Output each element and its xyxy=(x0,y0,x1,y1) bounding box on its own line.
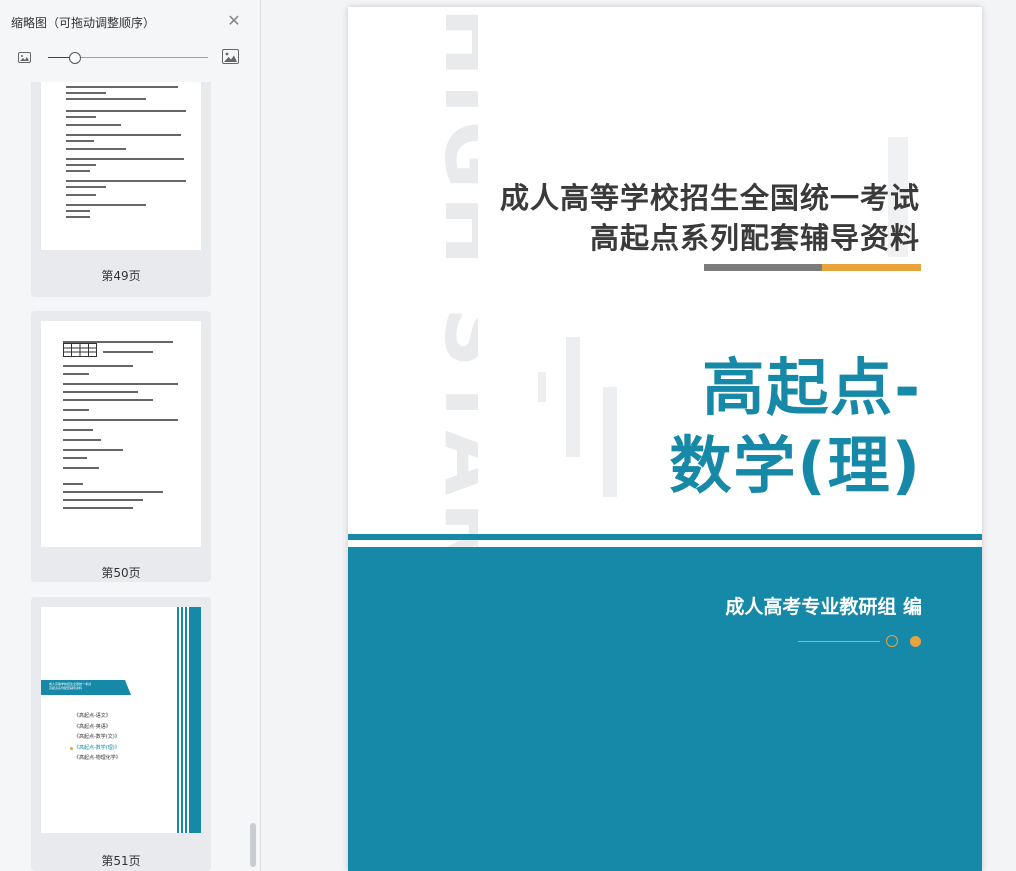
thumbnail-toc-marker xyxy=(70,747,73,750)
thumbnail-label: 第49页 xyxy=(101,269,141,283)
cover-editor: 成人高考专业教研组 编 xyxy=(725,596,922,618)
thumbnail-toc-list: 《高起点-语文》 《高起点-英语》 《高起点-数学(文)》 《高起点-数学(理)… xyxy=(74,713,121,761)
decor-ring xyxy=(886,635,898,647)
cover-heading-line1: 成人高等学校招生全国统一考试 xyxy=(499,181,920,215)
thumbnail-cover-graphic xyxy=(41,607,201,833)
image-large-icon[interactable] xyxy=(222,49,239,64)
decor-stripe xyxy=(348,534,982,540)
decor-line xyxy=(798,641,880,642)
thumbnail-label: 第51页 xyxy=(101,854,141,868)
image-small-icon[interactable] xyxy=(18,52,31,63)
zoom-slider-knob[interactable] xyxy=(69,52,82,64)
sidebar-title: 缩略图（可拖动调整顺序） xyxy=(11,16,156,30)
cover-title-line1: 高起点- xyxy=(702,351,922,424)
decor-bar-orange xyxy=(822,264,921,271)
decor-bar-grey xyxy=(704,264,824,271)
thumbnail-toc-header: 成人高等学校招生全国统一考试 高起点系列配套辅导资料 xyxy=(49,682,92,690)
cover-title-line2: 数学(理) xyxy=(669,429,922,502)
thumbnail-sidebar: 缩略图（可拖动调整顺序） ✕ 第49页 第50页 成人高等学校招生全国统一考试 … xyxy=(0,0,261,871)
document-page: HIGH STARTING 成人高等学校招生全国统一考试 高起点系列配套辅导资料… xyxy=(348,7,982,871)
close-icon[interactable]: ✕ xyxy=(226,13,242,29)
zoom-slider[interactable] xyxy=(48,52,208,64)
decor-dot xyxy=(910,636,921,647)
thumbnail-table-graphic xyxy=(63,343,97,357)
thumbnail-label: 第50页 xyxy=(101,566,141,580)
thumbnail-zoom-control xyxy=(0,44,260,72)
sidebar-scrollbar[interactable] xyxy=(250,823,256,867)
thumbnail-card[interactable]: 第50页 xyxy=(31,311,211,582)
thumbnail-card[interactable]: 成人高等学校招生全国统一考试 高起点系列配套辅导资料 《高起点-语文》 《高起点… xyxy=(31,597,211,871)
thumbnail-list[interactable]: 第49页 第50页 成人高等学校招生全国统一考试 高起点系列配套辅导资料 《高起… xyxy=(0,82,260,871)
thumbnail-page-image xyxy=(41,321,201,547)
thumbnail-card[interactable]: 第49页 xyxy=(31,82,211,297)
cover-heading-line2: 高起点系列配套辅导资料 xyxy=(589,221,920,255)
thumbnail-page-image: 成人高等学校招生全国统一考试 高起点系列配套辅导资料 《高起点-语文》 《高起点… xyxy=(41,607,201,833)
document-viewport[interactable]: HIGH STARTING 成人高等学校招生全国统一考试 高起点系列配套辅导资料… xyxy=(261,0,1016,871)
thumbnail-page-image xyxy=(41,82,201,250)
